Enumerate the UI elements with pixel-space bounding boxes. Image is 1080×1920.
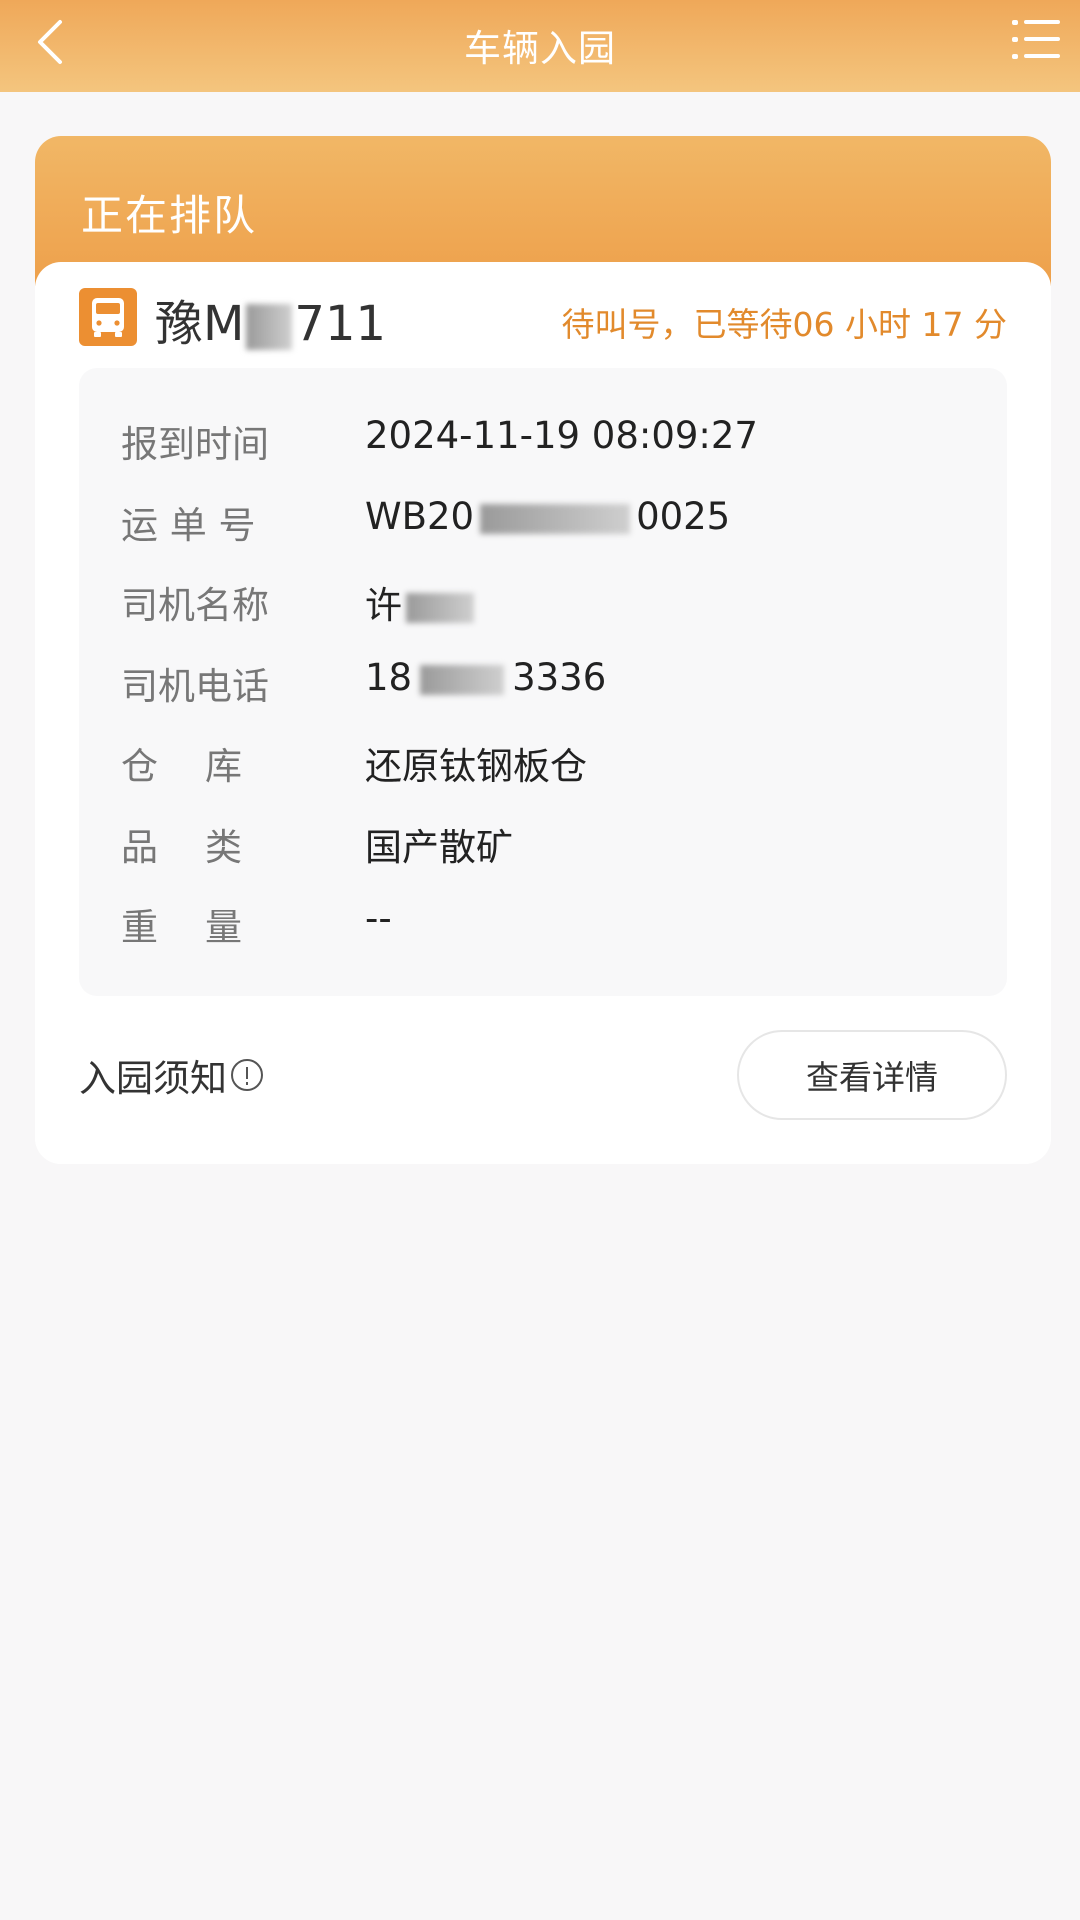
menu-button[interactable] bbox=[1012, 18, 1060, 62]
detail-value: 许 bbox=[365, 575, 474, 629]
detail-value: -- bbox=[365, 897, 392, 940]
redacted-block bbox=[420, 664, 505, 695]
details-panel: 报到时间 2024-11-19 08:09:27 运 单 号 WB20 0025 … bbox=[79, 368, 1007, 996]
entry-notice-link[interactable]: 入园须知 bbox=[79, 1048, 263, 1102]
detail-label: 司机名称 bbox=[121, 584, 269, 627]
detail-value: 国产散矿 bbox=[365, 826, 513, 869]
detail-label: 仓 库 bbox=[121, 745, 243, 788]
license-plate: 豫M 711 bbox=[155, 284, 386, 354]
redacted-block bbox=[246, 304, 293, 350]
detail-label: 运 单 号 bbox=[121, 504, 256, 547]
redacted-block bbox=[406, 592, 474, 623]
queue-wait-status: 待叫号，已等待06 小时 17 分 bbox=[561, 305, 1007, 344]
detail-label: 司机电话 bbox=[121, 665, 269, 708]
detail-value: 还原钛钢板仓 bbox=[365, 745, 587, 788]
detail-label: 重 量 bbox=[121, 906, 243, 949]
detail-value: WB20 0025 bbox=[365, 495, 731, 538]
queue-card-body: 豫M 711 待叫号，已等待06 小时 17 分 报到时间 2024-11-19 … bbox=[35, 262, 1051, 1164]
queue-card: 正在排队 豫M 711 待叫号，已等待06 小时 17 分 报到时间 2024-1… bbox=[35, 136, 1051, 1164]
queue-status-title: 正在排队 bbox=[81, 191, 258, 240]
redacted-block bbox=[480, 503, 631, 534]
detail-label: 品 类 bbox=[121, 826, 243, 869]
info-circle-icon bbox=[231, 1059, 263, 1091]
entry-notice-label: 入园须知 bbox=[79, 1057, 227, 1100]
view-details-button[interactable]: 查看详情 bbox=[737, 1030, 1007, 1120]
page-title: 车辆入园 bbox=[464, 27, 616, 70]
top-nav-bar: 车辆入园 bbox=[0, 0, 1080, 92]
truck-icon bbox=[79, 288, 137, 346]
detail-label: 报到时间 bbox=[121, 423, 269, 466]
plate-prefix: 豫M bbox=[155, 296, 245, 352]
detail-value: 18 3336 bbox=[365, 656, 607, 699]
detail-value: 2024-11-19 08:09:27 bbox=[365, 414, 758, 457]
plate-suffix: 711 bbox=[294, 296, 387, 352]
